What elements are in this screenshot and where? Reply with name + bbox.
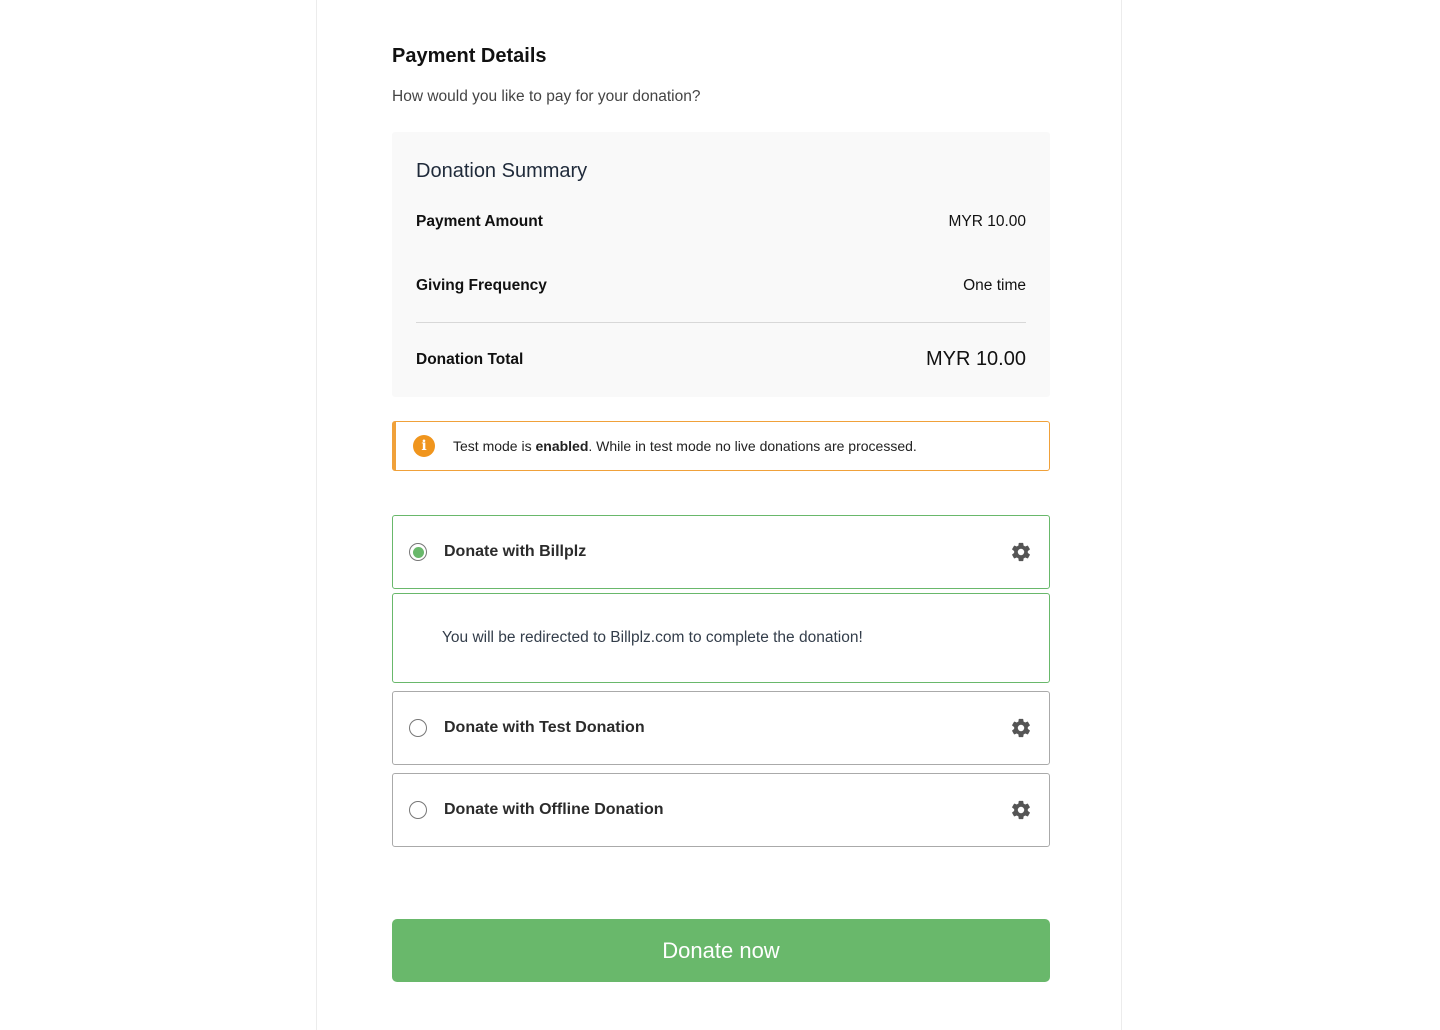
frequency-value: One time (963, 277, 1026, 294)
summary-divider (416, 322, 1026, 323)
gateway-label-test-donation: Donate with Test Donation (444, 719, 645, 736)
radio-offline-donation[interactable] (409, 801, 427, 819)
radio-selected-dot (412, 546, 424, 558)
summary-row-payment-amount: Payment Amount MYR 10.00 (416, 213, 1026, 231)
gateway-details-text: You will be redirected to Billplz.com to… (442, 629, 863, 646)
donation-form-card: Payment Details How would you like to pa… (316, 0, 1122, 1030)
notice-text: Test mode is enabled. While in test mode… (453, 438, 917, 454)
payment-amount-label: Payment Amount (416, 213, 543, 230)
notice-bold-text: enabled (535, 438, 589, 454)
gear-icon (1012, 542, 1030, 562)
page-subtitle: How would you like to pay for your donat… (392, 88, 701, 105)
total-value: MYR 10.00 (925, 348, 1026, 370)
summary-row-frequency: Giving Frequency One time (416, 277, 1026, 295)
gateway-option-offline-donation[interactable]: Donate with Offline Donation (392, 773, 1050, 847)
frequency-label: Giving Frequency (416, 277, 547, 294)
gateway-details-billplz: You will be redirected to Billplz.com to… (392, 593, 1050, 683)
gateway-option-billplz[interactable]: Donate with Billplz (392, 515, 1050, 589)
gear-icon (1012, 718, 1030, 738)
page-title: Payment Details (392, 45, 547, 67)
page: Payment Details How would you like to pa… (0, 0, 1440, 1030)
payment-amount-value: MYR 10.00 (948, 213, 1026, 230)
radio-test-donation[interactable] (409, 719, 427, 737)
radio-billplz[interactable] (409, 543, 427, 561)
donate-now-button[interactable]: Donate now (392, 919, 1050, 982)
info-icon: i (413, 435, 435, 457)
total-label: Donation Total (416, 350, 524, 368)
gateway-label-billplz: Donate with Billplz (444, 543, 587, 560)
donation-summary: Donation Summary Payment Amount MYR 10.0… (392, 132, 1050, 397)
gateway-label-offline-donation: Donate with Offline Donation (444, 801, 664, 818)
gateway-option-test-donation[interactable]: Donate with Test Donation (392, 691, 1050, 765)
summary-row-total: Donation Total MYR 10.00 (416, 348, 1026, 371)
test-mode-notice: i Test mode is enabled. While in test mo… (392, 421, 1050, 471)
summary-heading: Donation Summary (416, 160, 588, 182)
gear-icon (1012, 800, 1030, 820)
